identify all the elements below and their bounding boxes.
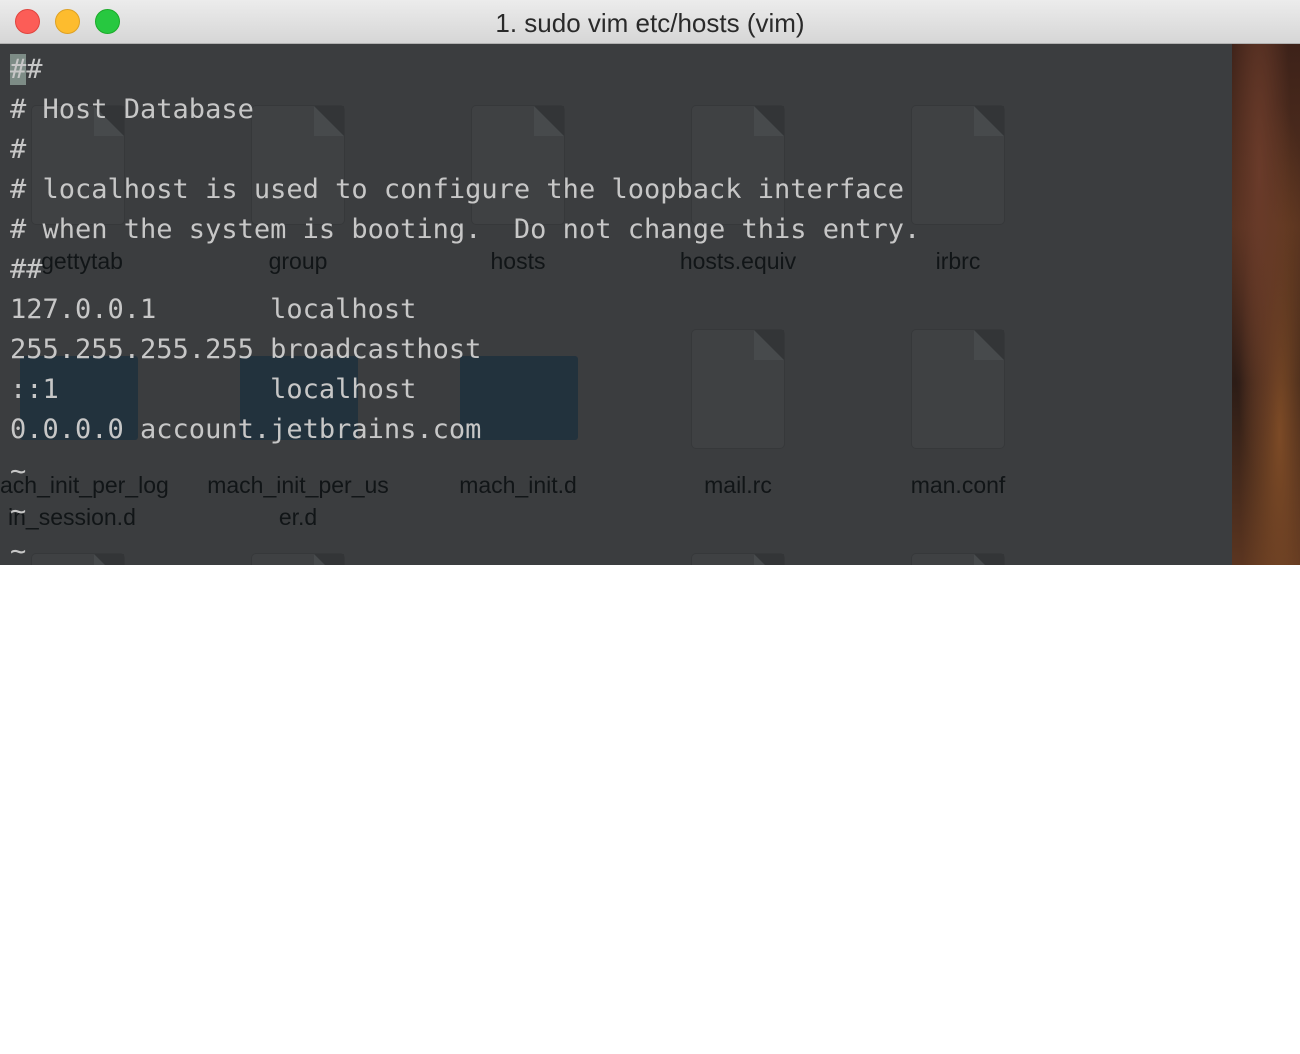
editor-line: ## (10, 54, 43, 85)
title-bar[interactable]: 1. sudo vim etc/hosts (vim) (0, 0, 1300, 44)
editor-line: 127.0.0.1 localhost (10, 294, 417, 325)
editor-line: # localhost is used to configure the loo… (10, 174, 905, 205)
terminal-window: 1. sudo vim etc/hosts (vim) gettytab gro… (0, 0, 1300, 565)
editor-line: ::1 localhost (10, 374, 417, 405)
editor-line: # when the system is booting. Do not cha… (10, 214, 921, 245)
editor-line: 255.255.255.255 broadcasthost (10, 334, 482, 365)
desktop-wallpaper (1232, 44, 1300, 565)
editor-line: # Host Database (10, 94, 254, 125)
empty-line-marker: ~ (10, 456, 27, 487)
editor-line: # (10, 134, 27, 165)
vim-editor[interactable]: ## # Host Database # # localhost is used… (0, 44, 1232, 565)
editor-line: ## (10, 254, 43, 285)
window-title: 1. sudo vim etc/hosts (vim) (495, 8, 805, 38)
empty-line-marker: ~ (10, 536, 27, 565)
text-cursor: # (10, 54, 27, 85)
empty-line-marker: ~ (10, 496, 27, 527)
editor-line: 0.0.0.0 account.jetbrains.com (10, 414, 482, 445)
